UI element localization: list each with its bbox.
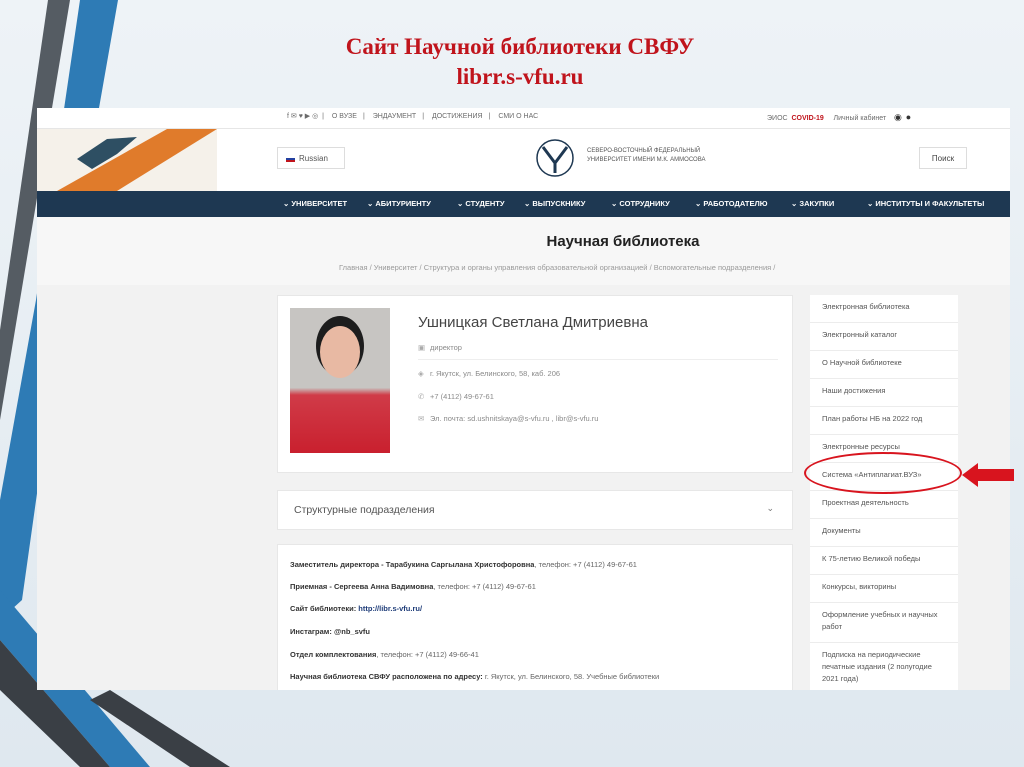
slide-title-line1: Сайт Научной библиотеки СВФУ — [345, 34, 695, 59]
sidebar-item-formatting[interactable]: Оформление учебных и научных работ — [810, 603, 958, 643]
globe-icon[interactable]: ● — [906, 112, 911, 122]
instagram-line: Инстаграм: @nb_svfu — [290, 627, 370, 636]
site-label: Сайт библиотеки: — [290, 604, 359, 613]
main-nav: ⌄ УНИВЕРСИТЕТ ⌄ АБИТУРИЕНТУ ⌄ СТУДЕНТУ ⌄… — [37, 191, 1010, 217]
nav-label: РАБОТОДАТЕЛЮ — [703, 199, 768, 208]
university-logo-icon[interactable] — [531, 137, 579, 179]
page-title: Научная библиотека — [546, 233, 700, 250]
nav-label: УНИВЕРСИТЕТ — [291, 199, 348, 208]
top-bar: f ✉ ♥ ▶ ◎ | О ВУЗЕ | ЭНДАУМЕНТ | ДОСТИЖЕНИ… — [37, 108, 1010, 128]
nav-item-university[interactable]: ⌄ УНИВЕРСИТЕТ — [283, 199, 347, 208]
language-selector[interactable]: Russian — [277, 147, 345, 169]
acquisition-phone: , телефон: +7 (4112) 49-66-41 — [376, 650, 479, 659]
person-name: Ушницкая Светлана Дмитриевна — [418, 314, 648, 331]
site-line: Сайт библиотеки: http://libr.s-vfu.ru/ — [290, 604, 422, 613]
nav-item-procurement[interactable]: ⌄ ЗАКУПКИ — [791, 199, 834, 208]
social-icons[interactable]: f ✉ ♥ ▶ ◎ | — [287, 113, 324, 120]
sidebar-item-about[interactable]: О Научной библиотеке — [810, 351, 958, 379]
sidebar-item-catalog[interactable]: Электронный каталог — [810, 323, 958, 351]
position-text: директор — [430, 343, 462, 352]
sidebar-item-achievements[interactable]: Наши достижения — [810, 379, 958, 407]
reception-phone: , телефон: +7 (4112) 49-67-61 — [433, 582, 536, 591]
nav-item-employee[interactable]: ⌄ СОТРУДНИКУ — [611, 199, 670, 208]
top-link-media[interactable]: СМИ О НАС — [498, 113, 538, 120]
nav-item-student[interactable]: ⌄ СТУДЕНТУ — [457, 199, 504, 208]
sidebar-item-plan[interactable]: План работы НБ на 2022 год — [810, 407, 958, 435]
briefcase-icon: ▣ — [418, 343, 426, 352]
address-line: Научная библиотека СВФУ расположена по а… — [290, 672, 659, 681]
sidebar-item-subscription[interactable]: Подписка на периодические печатные издан… — [810, 643, 958, 690]
chevron-down-icon: ⌄ — [766, 503, 774, 513]
address-detail: г. Якутск, ул. Белинского, 58. Учебные б… — [482, 672, 660, 681]
nav-label: ВЫПУСКНИКУ — [532, 199, 586, 208]
structural-units-accordion[interactable]: Структурные подразделения ⌄ — [277, 490, 793, 530]
sidebar-item-contests[interactable]: Конкурсы, викторины — [810, 575, 958, 603]
top-right: ЭИОС COVID-19 Личный кабинет ◉ ● — [767, 112, 911, 123]
person-photo — [290, 308, 390, 453]
sidebar-item-e-library[interactable]: Электронная библиотека — [810, 295, 958, 323]
site-header: Russian СЕВЕРО-ВОСТОЧНЫЙ ФЕДЕРАЛЬНЫЙ УНИ… — [37, 128, 1010, 191]
university-name: СЕВЕРО-ВОСТОЧНЫЙ ФЕДЕРАЛЬНЫЙ УНИВЕРСИТЕТ… — [587, 147, 747, 165]
language-label: Russian — [299, 154, 328, 163]
person-email: ✉ Эл. почта: sd.ushnitskaya@s-vfu.ru , li… — [418, 414, 598, 423]
slide-title: Сайт Научной библиотеки СВФУ librr.s-vfu… — [240, 32, 800, 92]
eios-link[interactable]: ЭИОС — [767, 115, 788, 122]
reception-label: Приемная - Сергеева Анна Вадимовна — [290, 582, 434, 591]
nav-label: ЗАКУПКИ — [799, 199, 835, 208]
phone-text: +7 (4112) 49-67-61 — [430, 392, 494, 401]
nav-label: АБИТУРИЕНТУ — [375, 199, 431, 208]
person-card: Ушницкая Светлана Дмитриевна ▣ директор ◈… — [277, 295, 793, 473]
person-address: ◈ г. Якутск, ул. Белинского, 58, каб. 206 — [418, 369, 560, 378]
university-name-line1: СЕВЕРО-ВОСТОЧНЫЙ ФЕДЕРАЛЬНЫЙ — [587, 148, 701, 154]
university-name-line2: УНИВЕРСИТЕТ ИМЕНИ М.К. АММОСОВА — [587, 157, 706, 163]
header-banner-image — [37, 129, 217, 191]
address-label: Научная библиотека СВФУ расположена по а… — [290, 672, 483, 681]
address-text: г. Якутск, ул. Белинского, 58, каб. 206 — [430, 369, 561, 378]
contacts-card: Заместитель директора - Тарабукина Саргы… — [277, 544, 793, 690]
deputy-phone: , телефон: +7 (4112) 49-67-61 — [534, 560, 637, 569]
nav-item-graduate[interactable]: ⌄ ВЫПУСКНИКУ — [524, 199, 585, 208]
acquisition-label: Отдел комплектования — [290, 650, 377, 659]
sidebar-item-victory[interactable]: К 75-летию Великой победы — [810, 547, 958, 575]
website-screenshot: f ✉ ♥ ▶ ◎ | О ВУЗЕ | ЭНДАУМЕНТ | ДОСТИЖЕНИ… — [37, 108, 1010, 690]
person-position: ▣ директор — [418, 343, 462, 352]
sidebar-item-projects[interactable]: Проектная деятельность — [810, 491, 958, 519]
reception-line: Приемная - Сергеева Анна Вадимовна, теле… — [290, 582, 536, 591]
nav-label: СТУДЕНТУ — [465, 199, 505, 208]
page-header: Научная библиотека Главная / Университет… — [37, 217, 1010, 285]
cabinet-link[interactable]: Личный кабинет — [833, 115, 886, 122]
russia-flag-icon — [286, 155, 295, 162]
top-link-achievements[interactable]: ДОСТИЖЕНИЯ — [432, 113, 483, 120]
acquisition-line: Отдел комплектования, телефон: +7 (4112)… — [290, 650, 479, 659]
covid-link[interactable]: COVID-19 — [791, 115, 823, 122]
site-link[interactable]: http://libr.s-vfu.ru/ — [358, 604, 422, 613]
top-links: f ✉ ♥ ▶ ◎ | О ВУЗЕ | ЭНДАУМЕНТ | ДОСТИЖЕНИ… — [287, 113, 539, 120]
eye-icon[interactable]: ◉ — [894, 112, 902, 122]
mail-icon: ✉ — [418, 414, 425, 423]
nav-label: СОТРУДНИКУ — [619, 199, 670, 208]
sidebar-item-documents[interactable]: Документы — [810, 519, 958, 547]
breadcrumb[interactable]: Главная / Университет / Структура и орга… — [339, 263, 775, 272]
location-icon: ◈ — [418, 369, 424, 378]
nav-label: ИНСТИТУТЫ И ФАКУЛЬТЕТЫ — [875, 199, 985, 208]
deputy-label: Заместитель директора - Тарабукина Саргы… — [290, 560, 535, 569]
nav-item-employer[interactable]: ⌄ РАБОТОДАТЕЛЮ — [695, 199, 767, 208]
deputy-line: Заместитель директора - Тарабукина Саргы… — [290, 560, 637, 569]
divider — [418, 359, 778, 360]
nav-item-applicant[interactable]: ⌄ АБИТУРИЕНТУ — [367, 199, 431, 208]
slide-title-line2: librr.s-vfu.ru — [456, 64, 584, 89]
email-text[interactable]: Эл. почта: sd.ushnitskaya@s-vfu.ru , lib… — [430, 414, 598, 423]
red-arrow-icon — [962, 463, 1014, 487]
highlight-oval — [804, 452, 962, 494]
top-link-about[interactable]: О ВУЗЕ — [332, 113, 357, 120]
person-phone: ✆ +7 (4112) 49-67-61 — [418, 392, 494, 401]
top-link-endowment[interactable]: ЭНДАУМЕНТ — [373, 113, 416, 120]
phone-icon: ✆ — [418, 392, 425, 401]
accordion-label: Структурные подразделения — [294, 504, 435, 516]
nav-item-institutes[interactable]: ⌄ ИНСТИТУТЫ И ФАКУЛЬТЕТЫ — [867, 199, 984, 208]
search-button[interactable]: Поиск — [919, 147, 967, 169]
instagram-text: Инстаграм: @nb_svfu — [290, 627, 371, 636]
